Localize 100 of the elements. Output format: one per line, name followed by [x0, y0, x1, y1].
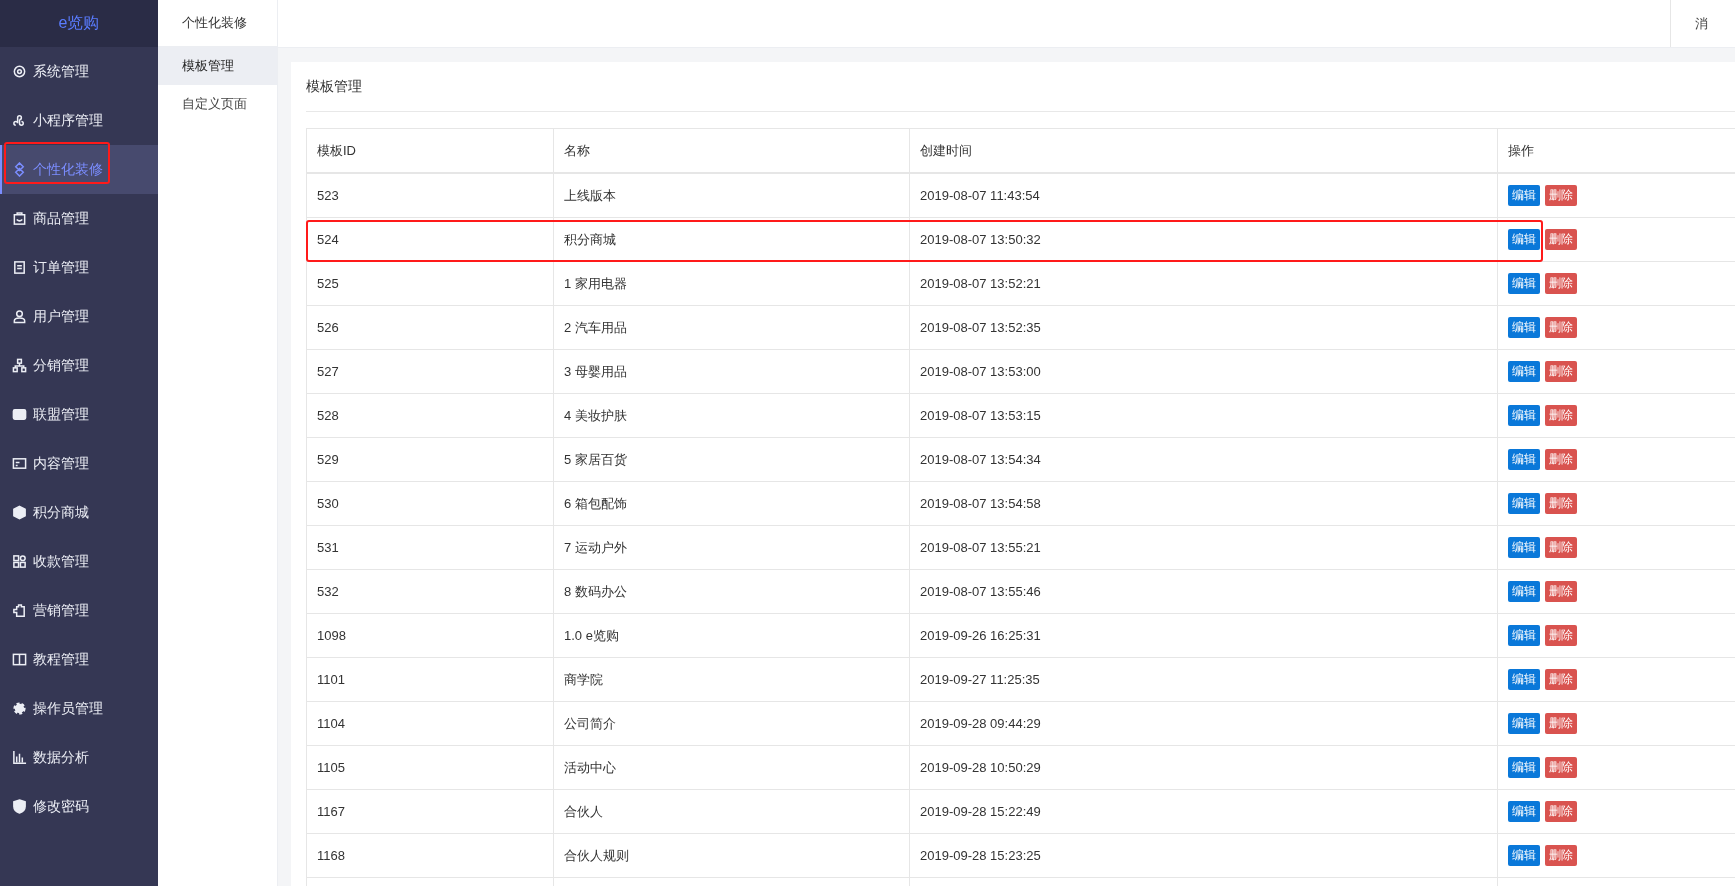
- clipboard-icon: [12, 260, 27, 275]
- table-cell: 529: [306, 437, 554, 482]
- table-cell: 4 美妆护肤: [553, 393, 910, 438]
- delete-button[interactable]: 删除: [1544, 317, 1577, 338]
- edit-button[interactable]: 编辑: [1508, 713, 1540, 734]
- sidebar-item[interactable]: 修改密码: [0, 782, 158, 831]
- edit-button[interactable]: 编辑: [1508, 757, 1540, 778]
- sidebar-item[interactable]: 内容管理: [0, 439, 158, 488]
- delete-button[interactable]: 删除: [1544, 625, 1577, 646]
- delete-button[interactable]: 删除: [1544, 713, 1577, 734]
- table-cell: 3 母婴用品: [553, 349, 910, 394]
- table-cell: 2019-08-07 13:53:15: [909, 393, 1498, 438]
- delete-button[interactable]: 删除: [1544, 185, 1577, 206]
- delete-button[interactable]: 删除: [1544, 229, 1577, 250]
- delete-button[interactable]: 删除: [1544, 845, 1577, 866]
- edit-button[interactable]: 编辑: [1508, 537, 1540, 558]
- sidebar-item-label: 系统管理: [33, 62, 89, 81]
- edit-button[interactable]: 编辑: [1508, 185, 1540, 206]
- messages-link[interactable]: 消: [1670, 0, 1735, 47]
- sidebar-item[interactable]: 积分商城: [0, 488, 158, 537]
- delete-button[interactable]: 删除: [1544, 581, 1577, 602]
- book-icon: [12, 652, 27, 667]
- person-icon: [12, 309, 27, 324]
- grid-icon: [12, 554, 27, 569]
- table-cell: 2019-08-07 11:43:54: [909, 173, 1498, 218]
- edit-button[interactable]: 编辑: [1508, 229, 1540, 250]
- sidebar-item[interactable]: 教程管理: [0, 635, 158, 684]
- sidebar-item[interactable]: 分销管理: [0, 341, 158, 390]
- sidebar-item[interactable]: 联盟管理: [0, 390, 158, 439]
- card-icon: [12, 456, 27, 471]
- table-cell: 523: [306, 173, 554, 218]
- column-header: 操作: [1497, 128, 1735, 173]
- shield-icon: [12, 799, 27, 814]
- table-cell: 8 数码办公: [553, 569, 910, 614]
- table-cell: 532: [306, 569, 554, 614]
- sidebar-item-label: 商品管理: [33, 209, 89, 228]
- edit-button[interactable]: 编辑: [1508, 581, 1540, 602]
- sidebar-item-label: 个性化装修: [33, 160, 103, 179]
- edit-button[interactable]: 编辑: [1508, 449, 1540, 470]
- sidebar-item[interactable]: 数据分析: [0, 733, 158, 782]
- sidebar-item[interactable]: 用户管理: [0, 292, 158, 341]
- edit-button[interactable]: 编辑: [1508, 273, 1540, 294]
- table-cell: 合伙人规则: [553, 833, 910, 878]
- table-cell: 1104: [306, 701, 554, 746]
- puzzle-icon: [12, 603, 27, 618]
- table-cell: 7 运动户外: [553, 525, 910, 570]
- sidebar-item[interactable]: 收款管理: [0, 537, 158, 586]
- sidebar-item[interactable]: 商品管理: [0, 194, 158, 243]
- sidebar-item-label: 用户管理: [33, 307, 89, 326]
- table-cell: 活动中心: [553, 745, 910, 790]
- table-cell: 2019-08-07 13:54:34: [909, 437, 1498, 482]
- submenu-item[interactable]: 模板管理: [158, 47, 277, 85]
- table-cell: 2019-09-26 16:25:31: [909, 613, 1498, 658]
- delete-button[interactable]: 删除: [1544, 361, 1577, 382]
- link-icon: [12, 113, 27, 128]
- edit-button[interactable]: 编辑: [1508, 845, 1540, 866]
- edit-button[interactable]: 编辑: [1508, 361, 1540, 382]
- table-cell: 528: [306, 393, 554, 438]
- edit-button[interactable]: 编辑: [1508, 625, 1540, 646]
- bag-icon: [12, 211, 27, 226]
- delete-button[interactable]: 删除: [1544, 405, 1577, 426]
- sidebar-item-label: 数据分析: [33, 748, 89, 767]
- sidebar-item[interactable]: 个性化装修: [0, 145, 158, 194]
- column-header: 模板ID: [306, 128, 554, 173]
- diamond-icon: [12, 162, 27, 177]
- sidebar-item[interactable]: 小程序管理: [0, 96, 158, 145]
- table-cell: 6 箱包配饰: [553, 481, 910, 526]
- table-cell: 2019-09-28 15:23:25: [909, 833, 1498, 878]
- edit-button[interactable]: 编辑: [1508, 801, 1540, 822]
- submenu-item[interactable]: 自定义页面: [158, 85, 277, 123]
- delete-button[interactable]: 删除: [1544, 273, 1577, 294]
- table-cell: 2019-09-28 09:44:29: [909, 701, 1498, 746]
- delete-button[interactable]: 删除: [1544, 801, 1577, 822]
- delete-button[interactable]: 删除: [1544, 757, 1577, 778]
- table-cell: 上线版本: [553, 173, 910, 218]
- table-cell: 1167: [306, 789, 554, 834]
- delete-button[interactable]: 删除: [1544, 669, 1577, 690]
- sidebar-item-label: 收款管理: [33, 552, 89, 571]
- sidebar-item-label: 积分商城: [33, 503, 89, 522]
- table-cell: 2019-08-07 13:53:00: [909, 349, 1498, 394]
- table-cell: 合伙人: [553, 789, 910, 834]
- edit-button[interactable]: 编辑: [1508, 669, 1540, 690]
- sidebar-item[interactable]: 系统管理: [0, 47, 158, 96]
- sidebar-item[interactable]: 订单管理: [0, 243, 158, 292]
- sidebar-item[interactable]: 操作员管理: [0, 684, 158, 733]
- table-cell: 5 家居百货: [553, 437, 910, 482]
- table-cell: 531: [306, 525, 554, 570]
- sitemap-icon: [12, 358, 27, 373]
- table-cell: 2019-08-07 13:52:21: [909, 261, 1498, 306]
- table-cell: 2019-09-27 11:25:35: [909, 657, 1498, 702]
- delete-button[interactable]: 删除: [1544, 493, 1577, 514]
- edit-button[interactable]: 编辑: [1508, 493, 1540, 514]
- column-header: 创建时间: [909, 128, 1498, 173]
- table-cell: 2019-08-07 13:52:35: [909, 305, 1498, 350]
- table-cell: 商学院: [553, 657, 910, 702]
- sidebar-item[interactable]: 营销管理: [0, 586, 158, 635]
- delete-button[interactable]: 删除: [1544, 537, 1577, 558]
- delete-button[interactable]: 删除: [1544, 449, 1577, 470]
- edit-button[interactable]: 编辑: [1508, 405, 1540, 426]
- edit-button[interactable]: 编辑: [1508, 317, 1540, 338]
